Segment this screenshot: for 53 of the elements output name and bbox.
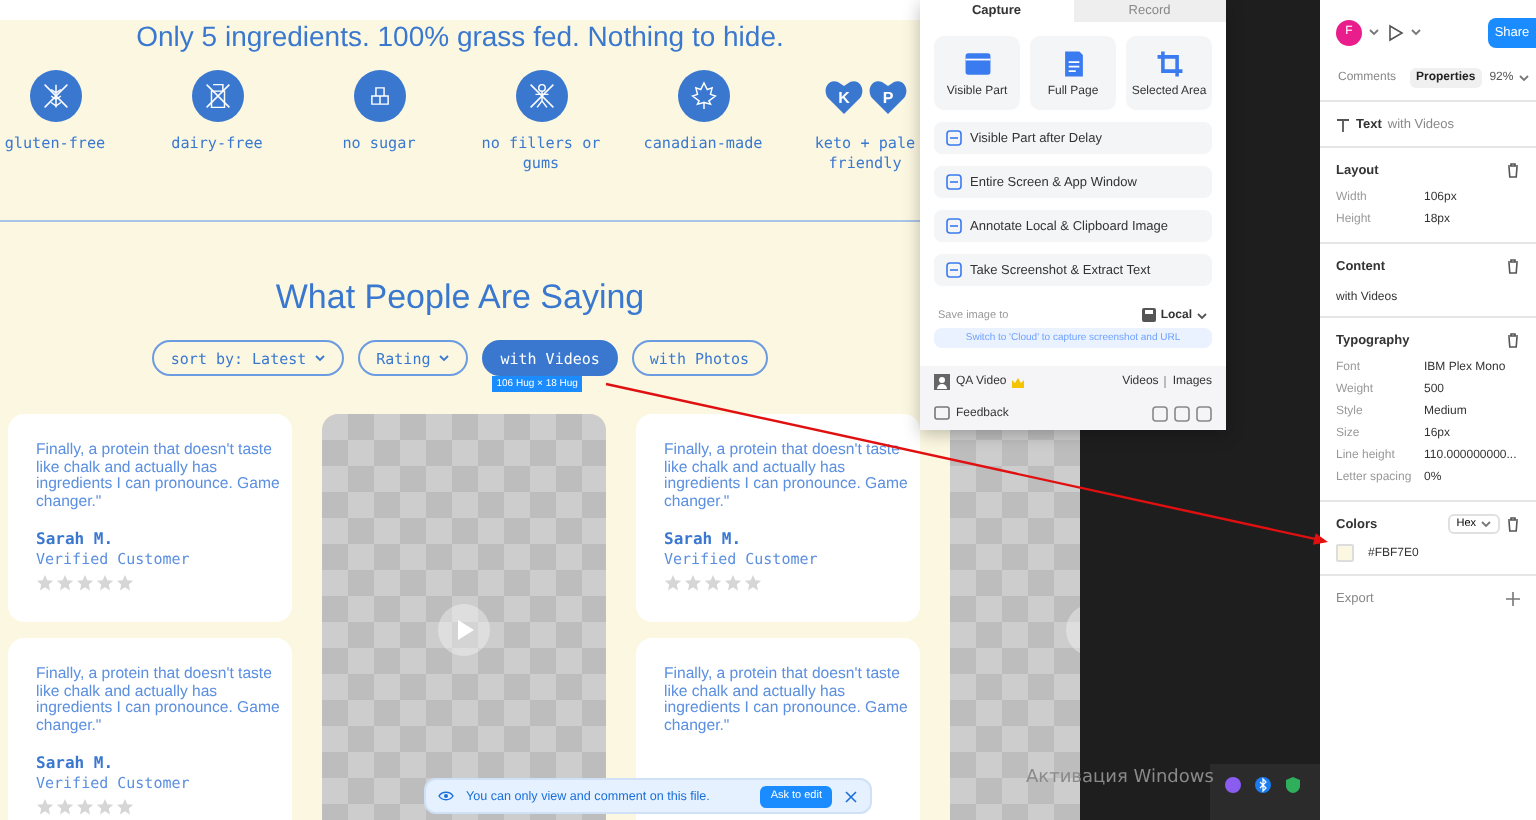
feedback-icon bbox=[934, 406, 950, 422]
reviewer-name: Sarah M. bbox=[36, 529, 114, 548]
caret-icon bbox=[1480, 518, 1492, 530]
feature-icon bbox=[677, 70, 729, 122]
reviewer-name: Sarah M. bbox=[36, 753, 114, 772]
bluetooth-icon[interactable] bbox=[1254, 776, 1272, 794]
star-icon bbox=[56, 573, 74, 592]
plus-icon[interactable] bbox=[1506, 591, 1520, 605]
shield-icon[interactable] bbox=[1284, 776, 1302, 794]
star-icon bbox=[116, 573, 134, 592]
caret-icon bbox=[314, 352, 327, 364]
star-icon bbox=[116, 797, 134, 816]
star-icon bbox=[76, 797, 94, 816]
star-icon bbox=[704, 573, 722, 592]
crown-icon bbox=[1012, 377, 1025, 387]
star-icon bbox=[724, 573, 742, 592]
heart-badge: K bbox=[823, 77, 863, 115]
feature-icon bbox=[191, 70, 243, 122]
trash-icon bbox=[1506, 516, 1520, 532]
close-icon[interactable] bbox=[844, 789, 858, 803]
caret-icon bbox=[1517, 72, 1530, 84]
star-icon bbox=[96, 797, 114, 816]
feature-icon bbox=[29, 70, 81, 122]
trash-icon bbox=[1506, 258, 1520, 274]
feature-icon bbox=[353, 70, 405, 122]
trash-icon bbox=[1506, 162, 1520, 178]
caret-icon bbox=[1368, 26, 1380, 38]
window-icon bbox=[961, 48, 993, 80]
feature-icon bbox=[515, 70, 567, 122]
caret-icon bbox=[1196, 309, 1208, 321]
caret-icon bbox=[438, 352, 451, 364]
star-icon bbox=[664, 573, 682, 592]
crop-icon bbox=[1153, 48, 1185, 80]
play-icon[interactable] bbox=[1386, 23, 1404, 41]
star-icon bbox=[76, 573, 94, 592]
user-icon bbox=[934, 374, 950, 390]
reviewer-name: Sarah M. bbox=[664, 529, 742, 548]
star-icon bbox=[684, 573, 702, 592]
star-icon bbox=[96, 573, 114, 592]
star-icon bbox=[744, 573, 762, 592]
star-icon bbox=[36, 573, 54, 592]
app-icon[interactable] bbox=[1224, 776, 1242, 794]
star-icon bbox=[36, 797, 54, 816]
color-swatch[interactable] bbox=[1336, 544, 1354, 562]
trash-icon bbox=[1506, 332, 1520, 348]
eye-icon bbox=[438, 790, 454, 802]
text-tool-icon bbox=[1336, 117, 1350, 131]
star-icon bbox=[56, 797, 74, 816]
play-icon bbox=[438, 604, 490, 656]
caret-icon bbox=[1410, 26, 1422, 38]
headline: Only 5 ingredients. 100% grass fed. Nothing to hide. bbox=[134, 20, 786, 52]
section-title: What People Are Saying bbox=[273, 278, 647, 318]
heart-badge: P bbox=[867, 77, 907, 115]
